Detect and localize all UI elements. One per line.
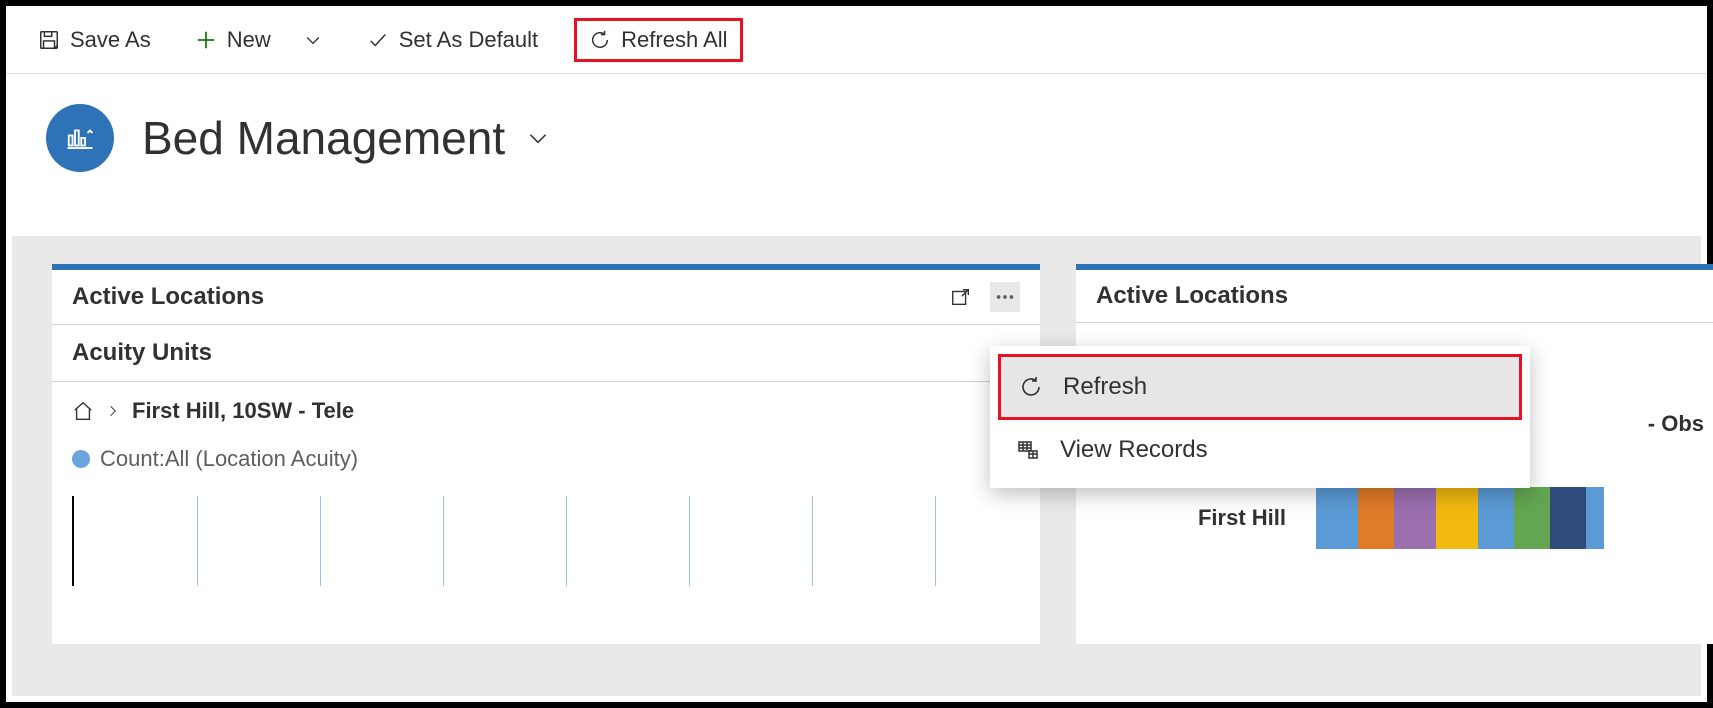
save-as-button[interactable]: Save As <box>30 23 159 57</box>
axis-tick <box>197 496 198 586</box>
legend-label: Count:All (Location Acuity) <box>100 446 358 472</box>
panel-title: Active Locations <box>1096 282 1288 310</box>
menu-item-refresh-label: Refresh <box>1063 373 1147 401</box>
expand-panel-button[interactable] <box>946 282 976 312</box>
breadcrumb-location[interactable]: First Hill, 10SW - Tele <box>132 398 354 424</box>
page-title-button[interactable]: Bed Management <box>142 111 551 165</box>
axis-tick <box>935 496 936 586</box>
more-icon <box>994 286 1016 308</box>
obs-suffix-label: - Obs <box>1648 411 1704 437</box>
menu-item-refresh[interactable]: Refresh <box>998 354 1522 420</box>
plus-icon <box>195 29 217 51</box>
axis-tick <box>320 496 321 586</box>
stacked-bar-row: First Hill <box>1076 487 1713 549</box>
dashboard-icon <box>46 104 114 172</box>
panel-active-locations-left: Active Locations Acuity Units First Hi <box>52 264 1040 644</box>
home-icon[interactable] <box>72 400 94 422</box>
stack-segment <box>1478 487 1514 549</box>
set-default-button[interactable]: Set As Default <box>359 23 546 57</box>
save-as-label: Save As <box>70 27 151 53</box>
page-header: Bed Management <box>6 74 1707 202</box>
chevron-right-icon <box>106 404 120 418</box>
panel-more-button[interactable] <box>990 282 1020 312</box>
refresh-icon <box>589 29 611 51</box>
save-icon <box>38 29 60 51</box>
axis-tick <box>812 496 813 586</box>
chevron-down-icon <box>525 125 551 151</box>
panel-context-menu: Refresh View Records <box>990 346 1530 488</box>
command-bar: Save As New Set As Default Refresh All <box>6 6 1707 74</box>
stack-row-label: First Hill <box>1096 505 1296 531</box>
new-dropdown-chevron[interactable] <box>295 26 331 54</box>
refresh-icon <box>1019 375 1043 399</box>
menu-item-view-records-label: View Records <box>1060 436 1208 464</box>
page-title: Bed Management <box>142 111 505 165</box>
new-button[interactable]: New <box>187 23 279 57</box>
menu-item-view-records[interactable]: View Records <box>998 420 1522 480</box>
set-default-label: Set As Default <box>399 27 538 53</box>
breadcrumb: First Hill, 10SW - Tele <box>52 382 1040 432</box>
chart-axis-left <box>72 496 1020 586</box>
new-label: New <box>227 27 271 53</box>
stack-segment <box>1586 487 1604 549</box>
axis-tick <box>443 496 444 586</box>
chevron-down-icon <box>303 30 323 50</box>
expand-icon <box>950 286 972 308</box>
refresh-all-button[interactable]: Refresh All <box>574 18 742 62</box>
axis-tick <box>689 496 690 586</box>
grid-icon <box>1016 438 1040 462</box>
panel-title: Active Locations <box>72 283 264 311</box>
refresh-all-label: Refresh All <box>621 27 727 53</box>
stack-segment <box>1316 487 1358 549</box>
stacked-bar[interactable] <box>1316 487 1604 549</box>
panel-subtitle: Acuity Units <box>52 325 1040 382</box>
axis-tick <box>566 496 567 586</box>
stack-segment <box>1358 487 1394 549</box>
chart-legend: Count:All (Location Acuity) <box>52 432 1040 486</box>
legend-dot-icon <box>72 450 90 468</box>
stack-segment <box>1550 487 1586 549</box>
check-icon <box>367 29 389 51</box>
stack-segment <box>1514 487 1550 549</box>
stack-segment <box>1436 487 1478 549</box>
stack-segment <box>1394 487 1436 549</box>
